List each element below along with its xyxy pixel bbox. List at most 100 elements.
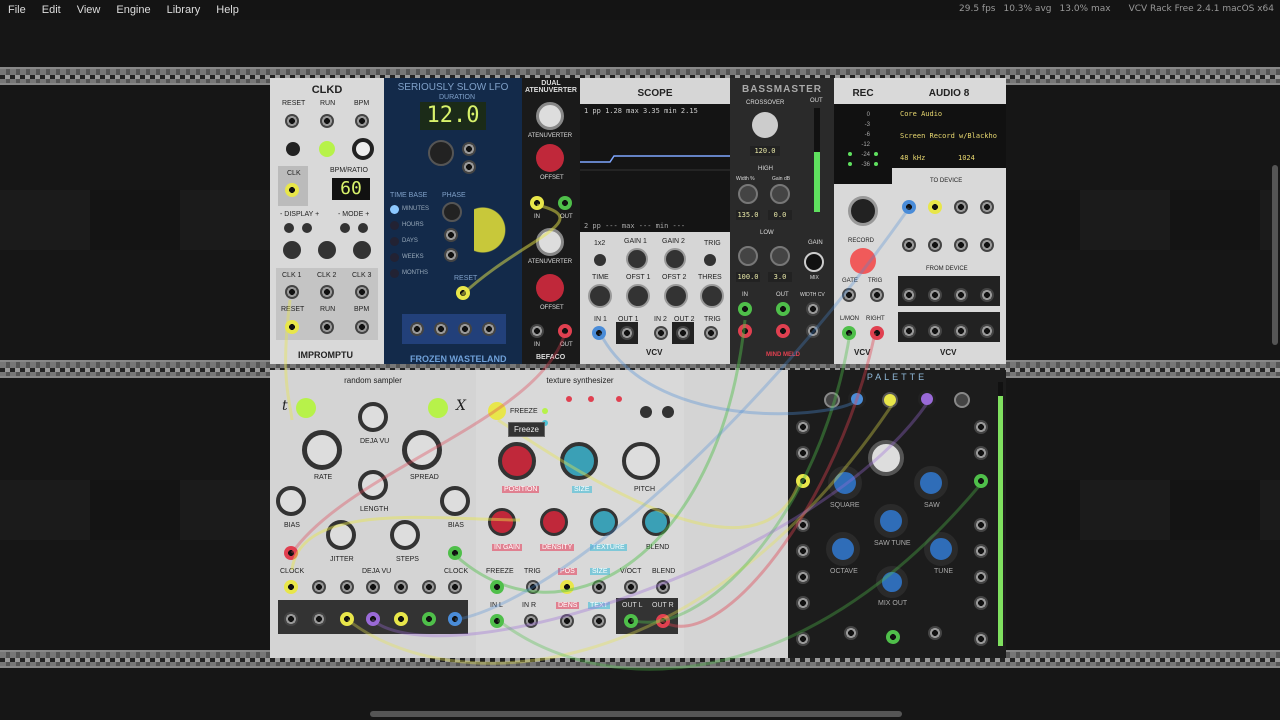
- texture-text-jack[interactable]: [592, 614, 606, 628]
- atten2-in-jack[interactable]: [530, 324, 544, 338]
- menu-edit[interactable]: Edit: [34, 4, 69, 16]
- scope-trig-jack[interactable]: [704, 326, 718, 340]
- atten2-knob[interactable]: [536, 228, 564, 256]
- clkd-run-out-jack[interactable]: [320, 320, 334, 334]
- sampler-out6-jack[interactable]: [422, 612, 436, 626]
- audio8-from2-jack[interactable]: [928, 288, 942, 302]
- audio8-from1-jack[interactable]: [902, 288, 916, 302]
- scope-in2-jack[interactable]: [654, 326, 668, 340]
- clkd-run-jack[interactable]: [320, 114, 334, 128]
- clkd-reset-button[interactable]: [286, 142, 300, 156]
- lfo-weeks-led[interactable]: [390, 253, 399, 262]
- sampler-bias-knob[interactable]: [276, 486, 306, 516]
- sampler-out2-jack[interactable]: [312, 612, 326, 626]
- clkd-clk1-jack[interactable]: [285, 285, 299, 299]
- texture-out-l-jack[interactable]: [624, 614, 638, 628]
- sampler-out3-jack[interactable]: [340, 612, 354, 626]
- sampler-t-bias-jack[interactable]: [284, 546, 298, 560]
- horizontal-scrollbar[interactable]: [370, 711, 902, 717]
- lfo-phase-cv-jack[interactable]: [444, 228, 458, 242]
- sampler-cv1-jack[interactable]: [312, 580, 326, 594]
- menu-view[interactable]: View: [69, 4, 109, 16]
- scope-ofst2-knob[interactable]: [664, 284, 688, 308]
- menu-engine[interactable]: Engine: [108, 4, 158, 16]
- palette-main-out-jack[interactable]: [886, 630, 900, 644]
- texture-ingain-knob[interactable]: [488, 508, 516, 536]
- palette-left-jack8[interactable]: [796, 632, 810, 646]
- atten2-out-jack[interactable]: [558, 324, 572, 338]
- sampler-x-clock-jack[interactable]: [448, 580, 462, 594]
- scope-gain1-knob[interactable]: [626, 248, 648, 270]
- sampler-x-bias-jack[interactable]: [448, 546, 462, 560]
- atten1-out-jack[interactable]: [558, 196, 572, 210]
- scope-ofst1-knob[interactable]: [626, 284, 650, 308]
- palette-octave-knob[interactable]: [826, 532, 860, 566]
- rec-left-jack[interactable]: [842, 326, 856, 340]
- audio8-to7-jack[interactable]: [954, 238, 968, 252]
- audio8-from5-jack[interactable]: [902, 324, 916, 338]
- bass-in-l-jack[interactable]: [738, 302, 752, 316]
- bass-mix-knob[interactable]: [804, 252, 824, 272]
- audio8-device-select[interactable]: Screen Record w/Blackho: [900, 132, 997, 140]
- lfo-duration-cv2-jack[interactable]: [462, 160, 476, 174]
- bass-width-cv-l-jack[interactable]: [806, 324, 820, 338]
- clkd-reset-out-jack[interactable]: [285, 320, 299, 334]
- palette-saw-knob[interactable]: [914, 466, 948, 500]
- sampler-cv4-jack[interactable]: [422, 580, 436, 594]
- lfo-months-led[interactable]: [390, 269, 399, 278]
- audio8-from7-jack[interactable]: [954, 324, 968, 338]
- audio8-from6-jack[interactable]: [928, 324, 942, 338]
- bass-width-cv-h-jack[interactable]: [806, 302, 820, 316]
- bass-low-width-knob[interactable]: [738, 246, 758, 266]
- audio8-blocksize-select[interactable]: 1024: [958, 154, 975, 162]
- bass-out-r-jack[interactable]: [776, 324, 790, 338]
- palette-right-jack5[interactable]: [974, 544, 988, 558]
- freeze-button[interactable]: [488, 402, 506, 420]
- audio8-to2-jack[interactable]: [928, 200, 942, 214]
- atten1-knob[interactable]: [536, 102, 564, 130]
- texture-blend-jack[interactable]: [656, 580, 670, 594]
- bass-high-width-knob[interactable]: [738, 184, 758, 204]
- lfo-days-led[interactable]: [390, 237, 399, 246]
- palette-sawtune-knob[interactable]: [874, 504, 908, 538]
- audio8-from8-jack[interactable]: [980, 324, 994, 338]
- palette-tune-knob[interactable]: [924, 532, 958, 566]
- palette-left-jack3[interactable]: [796, 474, 810, 488]
- scope-time-knob[interactable]: [588, 284, 612, 308]
- menu-help[interactable]: Help: [208, 4, 247, 16]
- clkd-mode-minus-button[interactable]: [340, 223, 350, 233]
- rec-right-jack[interactable]: [870, 326, 884, 340]
- palette-right-jack8[interactable]: [974, 632, 988, 646]
- rec-gain-knob[interactable]: [848, 196, 878, 226]
- lfo-duration-knob[interactable]: [428, 140, 454, 166]
- scope-out2-jack[interactable]: [676, 326, 690, 340]
- menu-file[interactable]: File: [0, 4, 34, 16]
- palette-top-knob4[interactable]: [918, 390, 936, 408]
- audio8-driver-select[interactable]: Core Audio: [900, 110, 942, 118]
- audio8-to4-jack[interactable]: [980, 200, 994, 214]
- bass-out-l-jack[interactable]: [776, 302, 790, 316]
- scope-out1-jack[interactable]: [620, 326, 634, 340]
- texture-in-l-jack[interactable]: [490, 614, 504, 628]
- sampler-jitter-knob[interactable]: [326, 520, 356, 550]
- texture-position-knob[interactable]: [498, 442, 536, 480]
- audio8-to1-jack[interactable]: [902, 200, 916, 214]
- palette-bottom-jack1[interactable]: [844, 626, 858, 640]
- texture-texture-knob[interactable]: [590, 508, 618, 536]
- texture-quality-button[interactable]: [662, 406, 674, 418]
- texture-in-r-jack[interactable]: [524, 614, 538, 628]
- clkd-display-plus-button[interactable]: [302, 223, 312, 233]
- scope-in1-jack[interactable]: [592, 326, 606, 340]
- clkd-bpm-knob[interactable]: [352, 138, 374, 160]
- sampler-x-button[interactable]: [428, 398, 448, 418]
- palette-right-jack7[interactable]: [974, 596, 988, 610]
- texture-out-r-jack[interactable]: [656, 614, 670, 628]
- palette-right-jack2[interactable]: [974, 446, 988, 460]
- lfo-reset-jack[interactable]: [456, 286, 470, 300]
- texture-voct-jack[interactable]: [624, 580, 638, 594]
- clkd-run-button[interactable]: [319, 141, 335, 157]
- sampler-length-knob[interactable]: [358, 470, 388, 500]
- rec-trig-jack[interactable]: [870, 288, 884, 302]
- atten1-in-jack[interactable]: [530, 196, 544, 210]
- palette-right-jack1[interactable]: [974, 420, 988, 434]
